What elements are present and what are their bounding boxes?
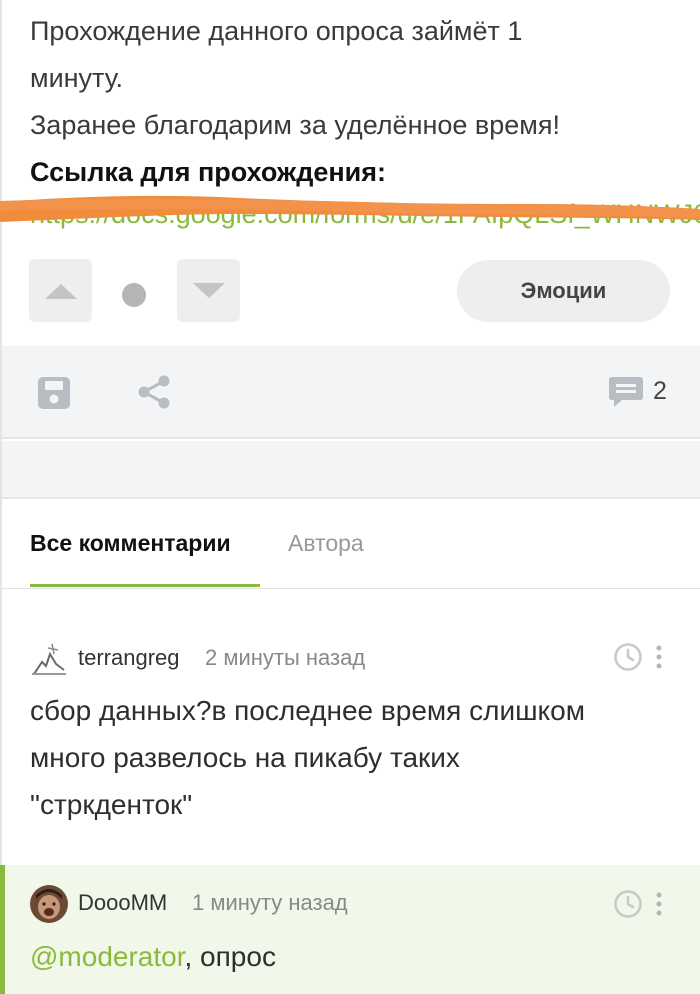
tab-author-comments[interactable]: Автора: [288, 530, 364, 557]
comment-text-line: сбор данных?в последнее время слишком: [30, 695, 585, 726]
comments-count: 2: [653, 377, 667, 405]
post-text-line-1: Прохождение данного опроса займёт 1: [30, 16, 523, 46]
arrow-down-icon: [192, 282, 225, 298]
comment-text-line: "стркденток": [30, 789, 193, 820]
post-body: Прохождение данного опроса займёт 1 мину…: [30, 8, 670, 196]
avatar-image: [30, 885, 68, 923]
post-actions-bar: 2: [2, 346, 700, 439]
comment-author[interactable]: terrangreg: [78, 645, 180, 671]
share-icon[interactable]: [136, 374, 172, 410]
comments-icon[interactable]: [608, 375, 644, 409]
comment-time: 1 минуту назад: [192, 890, 348, 915]
tab-all-comments[interactable]: Все комментарии: [30, 530, 231, 557]
avatar[interactable]: [30, 640, 68, 678]
more-options-icon[interactable]: [655, 892, 663, 916]
avatar[interactable]: [30, 885, 68, 923]
comment-text-line: много развелось на пикабу таких: [30, 742, 460, 773]
comments-tabs: Все комментарии Автора: [2, 500, 700, 589]
vote-down-button[interactable]: [177, 259, 240, 322]
arrow-up-icon: [44, 283, 77, 299]
more-options-icon[interactable]: [655, 645, 663, 669]
comment-text-rest: , опрос: [184, 941, 276, 972]
redaction-scribble: [0, 195, 700, 222]
rating-placeholder-dot: [122, 283, 146, 307]
comment-text: @moderator, опрос: [30, 933, 680, 980]
save-icon[interactable]: [36, 375, 72, 411]
avatar-image: [30, 640, 68, 678]
post-text-line-3: Заранее благодарим за уделённое время!: [30, 110, 560, 140]
vote-up-button[interactable]: [29, 259, 92, 322]
user-mention-link[interactable]: @moderator: [30, 941, 185, 972]
comment-text: сбор данных?в последнее время слишком мн…: [30, 687, 680, 828]
post-text-line-2: минуту.: [30, 63, 124, 93]
reply-indicator-bar: [0, 865, 5, 994]
emotions-button[interactable]: Эмоции: [457, 260, 670, 322]
tab-active-indicator: [30, 584, 260, 587]
clock-icon[interactable]: [613, 889, 643, 919]
section-divider: [2, 441, 700, 499]
comment-time: 2 минуты назад: [205, 645, 366, 670]
comment-author[interactable]: DoooMM: [78, 890, 167, 916]
clock-icon[interactable]: [613, 642, 643, 672]
